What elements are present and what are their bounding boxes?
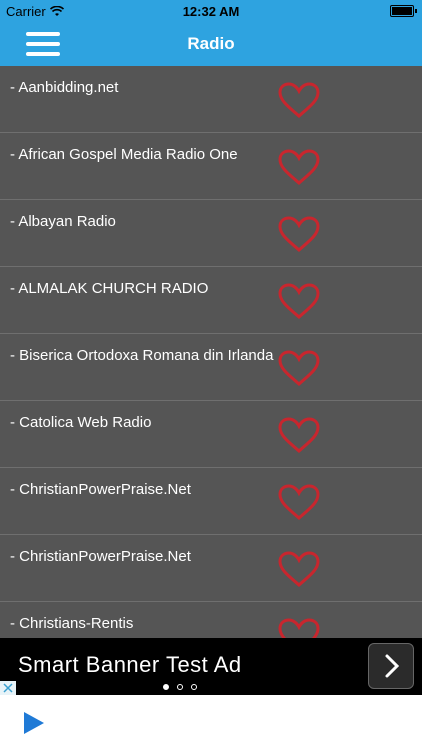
list-item[interactable]: - Albayan Radio: [0, 200, 422, 267]
heart-favorite-icon[interactable]: [278, 417, 320, 453]
page-title: Radio: [187, 34, 235, 53]
ad-info-corner[interactable]: [0, 681, 16, 695]
ad-page-dot: [163, 684, 169, 690]
heart-favorite-icon[interactable]: [278, 618, 320, 638]
list-item[interactable]: - Christians-Rentis: [0, 602, 422, 638]
station-name: - Biserica Ortodoxa Romana din Irlanda: [10, 347, 274, 364]
battery-icon: [390, 5, 417, 17]
list-item[interactable]: - Aanbidding.net: [0, 66, 422, 133]
heart-favorite-icon[interactable]: [278, 484, 320, 520]
ad-text: Smart Banner Test Ad: [18, 652, 242, 677]
chevron-right-icon: [385, 654, 400, 678]
station-name: - Albayan Radio: [10, 213, 116, 230]
list-item[interactable]: - ALMALAK CHURCH RADIO: [0, 267, 422, 334]
nav-bar: Radio: [0, 22, 422, 66]
heart-favorite-icon[interactable]: [278, 551, 320, 587]
heart-favorite-icon[interactable]: [278, 82, 320, 118]
list-item[interactable]: - ChristianPowerPraise.Net: [0, 535, 422, 602]
ad-page-dot: [191, 684, 197, 690]
list-item[interactable]: - Catolica Web Radio: [0, 401, 422, 468]
station-name: - ChristianPowerPraise.Net: [10, 481, 191, 498]
heart-favorite-icon[interactable]: [278, 216, 320, 252]
station-name: - Catolica Web Radio: [10, 414, 152, 431]
heart-favorite-icon[interactable]: [278, 350, 320, 386]
station-name: - Aanbidding.net: [10, 79, 119, 96]
heart-favorite-icon[interactable]: [278, 283, 320, 319]
ad-page-dot: [177, 684, 183, 690]
ad-banner[interactable]: Smart Banner Test Ad: [0, 638, 422, 695]
station-name: - ALMALAK CHURCH RADIO: [10, 280, 209, 297]
status-bar: Carrier 12:32 AM: [0, 0, 422, 22]
station-list[interactable]: - Aanbidding.net - African Gospel Media …: [0, 66, 422, 638]
list-item[interactable]: - Biserica Ortodoxa Romana din Irlanda: [0, 334, 422, 401]
close-icon: [3, 683, 13, 693]
heart-favorite-icon[interactable]: [278, 149, 320, 185]
play-icon[interactable]: [22, 711, 46, 735]
ad-next-button[interactable]: [368, 643, 414, 689]
list-item[interactable]: - ChristianPowerPraise.Net: [0, 468, 422, 535]
status-time: 12:32 AM: [182, 4, 240, 19]
station-name: - African Gospel Media Radio One: [10, 146, 238, 163]
list-item[interactable]: - African Gospel Media Radio One: [0, 133, 422, 200]
ad-page-dots: [163, 684, 197, 690]
station-name: - Christians-Rentis: [10, 615, 134, 632]
station-name: - ChristianPowerPraise.Net: [10, 548, 191, 565]
player-bar: [0, 695, 422, 750]
